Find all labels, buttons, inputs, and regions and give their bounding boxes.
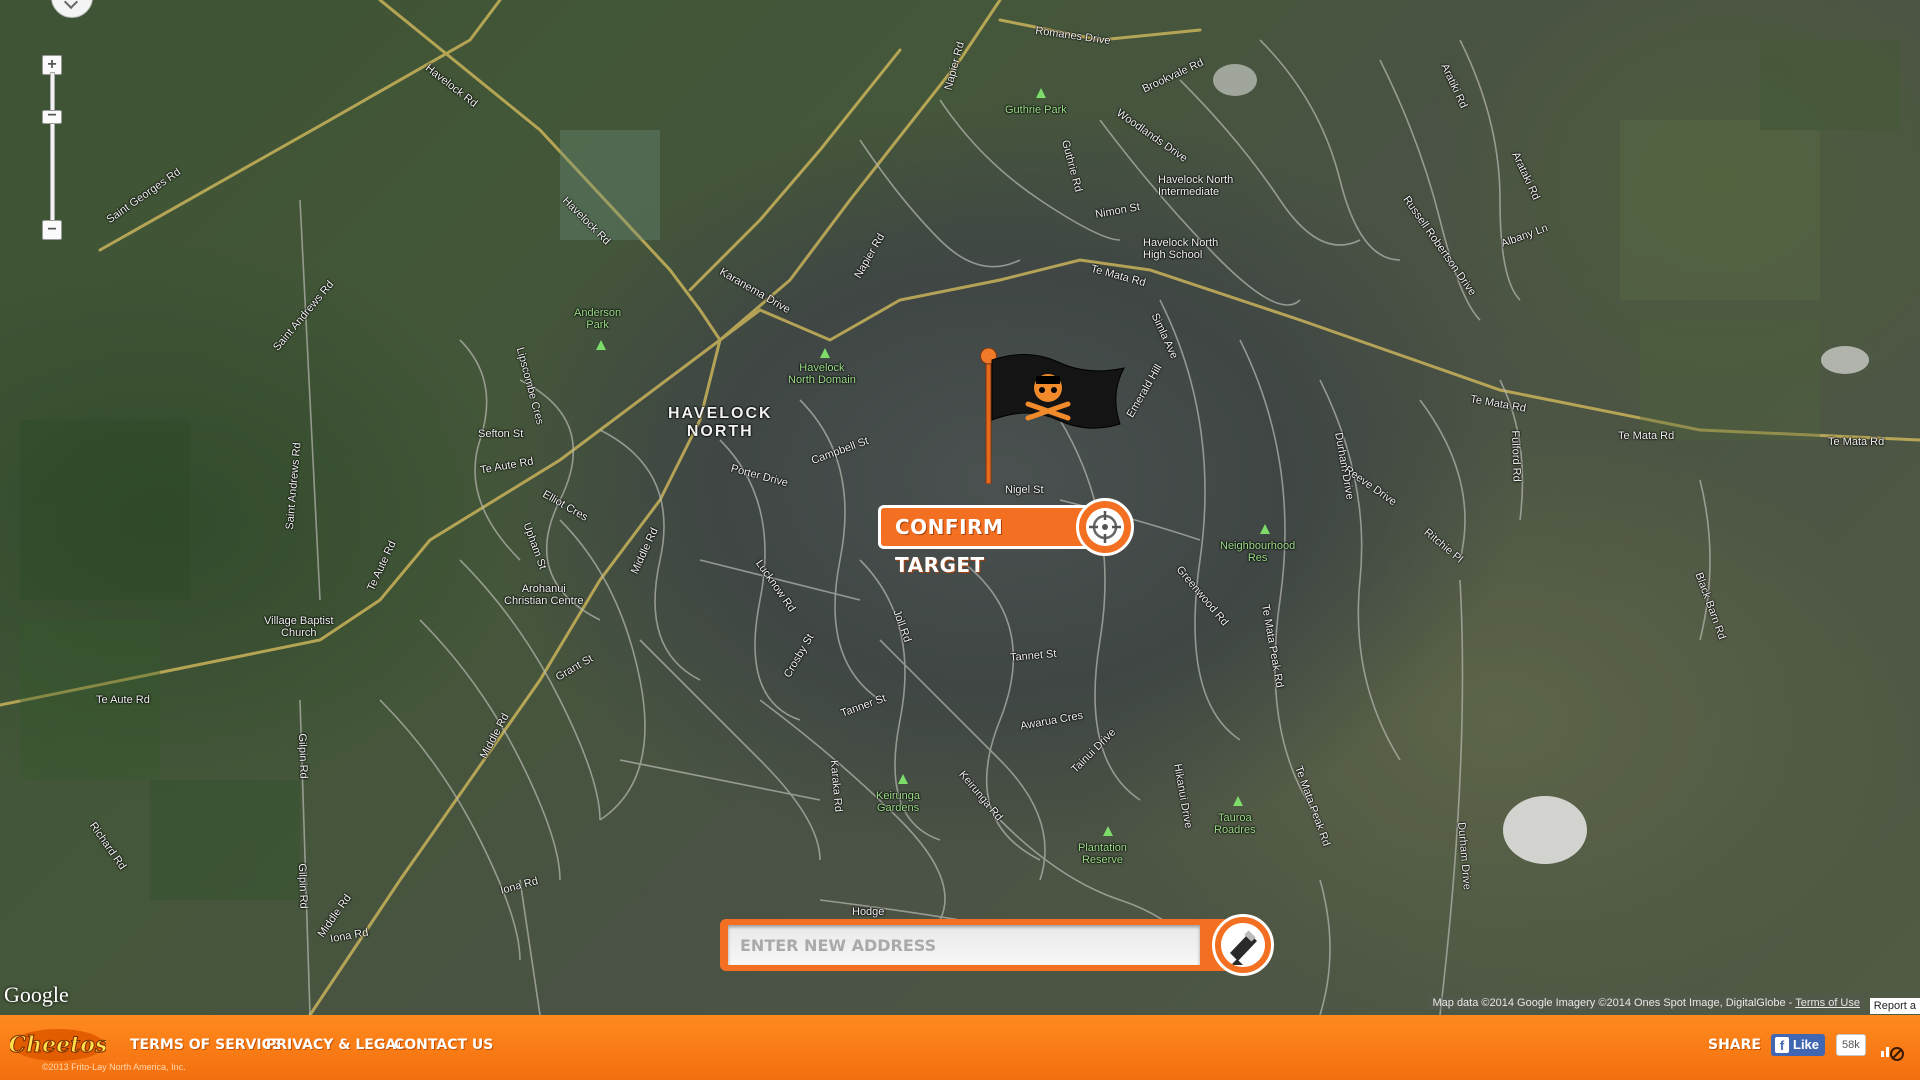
facebook-icon: f [1775, 1037, 1789, 1053]
intermediate-label: Havelock North Intermediate [1158, 174, 1234, 199]
footer: Cheetos ©2013 Frito-Lay North America, I… [0, 1015, 1920, 1080]
neighbourhood-res-label: Neighbourhood Res [1220, 540, 1296, 565]
road-label: Te Mata Rd [1618, 430, 1675, 442]
high-school-label: Havelock North High School [1143, 237, 1219, 262]
address-frame [720, 919, 1226, 971]
contact-us-link[interactable]: Contact Us [394, 1037, 493, 1053]
confirm-target-button[interactable]: Confirm Target [878, 505, 1094, 577]
anderson-park-label: Anderson Park [574, 307, 622, 332]
map-zoom-control: + − − [30, 0, 93, 250]
road-label: Fulford Rd [1508, 430, 1523, 482]
road-label: Gilpin Rd [295, 733, 310, 779]
keirunga-gardens-label: Keirunga Gardens [876, 790, 921, 815]
guthrie-park-label: Guthrie Park [1005, 104, 1067, 116]
town-label: HAVELOCK NORTH [668, 405, 773, 440]
road-label: Te Aute Rd [96, 694, 150, 706]
road-label: Gilpin Rd [295, 863, 310, 909]
share-link[interactable]: Share [1708, 1037, 1761, 1053]
address-bar [720, 914, 1276, 976]
audio-icon[interactable] [1880, 1039, 1904, 1061]
zoom-slider-track[interactable] [50, 72, 55, 224]
app: + − − HAVELOCK NORTH Guthrie Park Haveloc… [0, 0, 1920, 1080]
confirm-target-control: Confirm Target [878, 498, 1138, 577]
havelock-rd-line [378, 0, 722, 342]
zoom-out-button[interactable]: − [42, 220, 62, 240]
copyright-text: ©2013 Frito-Lay North America, Inc. [42, 1062, 186, 1072]
village-baptist-label: Village Baptist Church [264, 615, 334, 640]
chevron-down-icon [63, 0, 79, 10]
map-attribution: Map data ©2014 Google Imagery ©2014 Ones… [1428, 996, 1864, 1010]
logo-text: Cheetos [10, 1032, 106, 1058]
facebook-like-label: Like [1793, 1037, 1820, 1052]
road-label: Sefton St [478, 428, 524, 440]
plantation-reserve-label: Plantation Reserve [1078, 842, 1127, 867]
arohanui-label: Arohanui Christian Centre [504, 583, 584, 608]
tauroa-roadres-label: Tauroa Roadres [1214, 812, 1256, 837]
pirate-flag-icon[interactable] [978, 348, 1128, 484]
report-map-error-link[interactable]: Report a [1869, 998, 1920, 1014]
crosshair-icon [1086, 508, 1124, 546]
park-icon [820, 348, 830, 358]
confirm-target-icon-button[interactable] [1076, 498, 1134, 556]
facebook-like-count: 58k [1836, 1034, 1866, 1056]
catapult-icon [1221, 923, 1265, 967]
zoom-slider-handle[interactable]: − [42, 108, 62, 124]
google-logo: Google [4, 982, 69, 1007]
address-submit-button[interactable] [1212, 914, 1274, 976]
cheetos-logo[interactable]: Cheetos [10, 1025, 106, 1063]
middle-rd-line [308, 338, 722, 1015]
attribution-text: Map data ©2014 Google Imagery ©2014 Ones… [1432, 997, 1793, 1009]
facebook-like-button[interactable]: f Like [1771, 1034, 1826, 1056]
park-icon [1036, 88, 1046, 98]
road-label: Nigel St [1005, 484, 1044, 496]
park-icon [1233, 796, 1243, 806]
terms-of-use-link[interactable]: Terms of Use [1795, 997, 1860, 1009]
domain-label: Havelock North Domain [788, 362, 856, 387]
park-icon [898, 774, 908, 784]
park-icon [1103, 826, 1113, 836]
privacy-legal-link[interactable]: Privacy & Legal [266, 1037, 405, 1053]
park-icon [596, 340, 606, 350]
road-label: Te Mata Rd [1828, 436, 1885, 448]
park-icon [1260, 524, 1270, 534]
address-input[interactable] [728, 925, 1200, 965]
terms-of-service-link[interactable]: Terms of Service [130, 1037, 281, 1053]
